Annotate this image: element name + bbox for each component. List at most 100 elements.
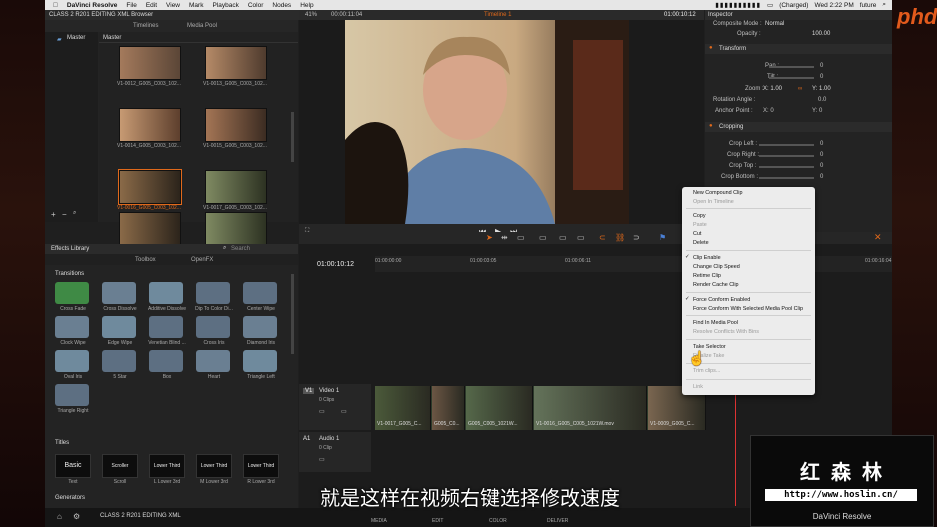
menu-edit[interactable]: Edit (146, 2, 157, 9)
clip-thumbnail[interactable] (205, 108, 267, 142)
transition-preset[interactable] (55, 316, 89, 338)
page-deliver[interactable]: DELIVER (547, 518, 568, 524)
transition-preset[interactable] (149, 282, 183, 304)
crop-bottom-slider[interactable] (759, 177, 814, 179)
context-menu-item[interactable]: New Compound Clip (693, 190, 742, 196)
crop-bottom-value[interactable]: 0 (820, 174, 823, 180)
tab-media-pool[interactable]: Media Pool (187, 23, 217, 29)
title-preset[interactable]: Scroller (102, 454, 138, 478)
fullscreen-toggle-icon[interactable]: ✕ (874, 232, 882, 243)
title-preset[interactable]: Lower Third (149, 454, 185, 478)
crop-left-slider[interactable] (759, 144, 814, 146)
pan-value[interactable]: 0 (820, 63, 823, 69)
apple-icon[interactable]:  (53, 2, 58, 9)
clip-thumbnail[interactable] (205, 46, 267, 80)
crop-top-value[interactable]: 0 (820, 163, 823, 169)
timeline-clip[interactable]: V1-0017_G005_C... (375, 386, 431, 430)
crop-right-slider[interactable] (759, 155, 814, 157)
track-name-a1[interactable]: Audio 1 (319, 436, 339, 442)
transition-preset[interactable] (196, 282, 230, 304)
tilt-slider[interactable] (769, 77, 814, 79)
transition-preset[interactable] (55, 384, 89, 406)
crop-top-slider[interactable] (759, 166, 814, 168)
section-generators[interactable]: Generators (55, 495, 85, 501)
transition-preset[interactable] (102, 350, 136, 372)
tab-toolbox[interactable]: Toolbox (135, 257, 156, 263)
transition-preset[interactable] (102, 282, 136, 304)
menu-playback[interactable]: Playback (212, 2, 238, 9)
menu-nodes[interactable]: Nodes (272, 2, 291, 9)
menu-color[interactable]: Color (248, 2, 264, 9)
track-id-v1[interactable]: V1 (303, 388, 315, 394)
context-menu-item[interactable]: Delete (693, 240, 709, 246)
clip-thumbnail[interactable] (118, 169, 182, 205)
track-name-v1[interactable]: Video 1 (319, 388, 339, 394)
tab-openfx[interactable]: OpenFX (191, 257, 213, 263)
context-menu-item[interactable]: Change Clip Speed (693, 264, 740, 270)
effects-scrollbar[interactable] (291, 274, 294, 354)
clip-thumbnail[interactable] (119, 108, 181, 142)
timeline-clip[interactable]: G005_C0... (432, 386, 465, 430)
crop-right-value[interactable]: 0 (820, 152, 823, 158)
transition-preset[interactable] (243, 282, 277, 304)
battery-icon[interactable]: ▭ (767, 1, 773, 9)
timeline-clip[interactable]: V1-0016_G005_C005_1021W.mov (534, 386, 647, 430)
anchor-x[interactable]: X: 0 (763, 108, 774, 114)
context-menu-item[interactable]: Find In Media Pool (693, 320, 738, 326)
page-media[interactable]: MEDIA (371, 518, 387, 524)
transition-preset[interactable] (243, 350, 277, 372)
link-icon[interactable]: ∞ (798, 86, 802, 92)
selection-tool-icon[interactable]: ➤ (486, 233, 493, 242)
audio-scrub-icon[interactable]: ⊃ (633, 233, 640, 242)
title-preset[interactable]: Lower Third (243, 454, 279, 478)
clip-thumbnail[interactable] (205, 170, 267, 204)
menu-file[interactable]: File (126, 2, 136, 9)
anchor-y[interactable]: Y: 0 (812, 108, 822, 114)
context-menu-item[interactable]: Force Conform Enabled (693, 297, 750, 303)
replace-icon[interactable]: ▭ (577, 233, 585, 242)
rotation-value[interactable]: 0.0 (818, 97, 826, 103)
snapping-icon[interactable]: ⊂ (599, 233, 606, 242)
overwrite-icon[interactable]: ▭ (559, 233, 567, 242)
menu-mark[interactable]: Mark (189, 2, 203, 9)
crop-left-value[interactable]: 0 (820, 141, 823, 147)
transition-preset[interactable] (196, 350, 230, 372)
context-menu-item[interactable]: Force Conform With Selected Media Pool C… (693, 306, 803, 312)
transition-preset[interactable] (149, 316, 183, 338)
context-menu-item[interactable]: Render Cache Clip (693, 282, 739, 288)
clock[interactable]: Wed 2:22 PM (814, 2, 853, 9)
transition-preset[interactable] (102, 316, 136, 338)
title-preset[interactable]: Basic (55, 454, 91, 478)
insert-icon[interactable]: ▭ (539, 233, 547, 242)
timeline-name[interactable]: Timeline 1 (484, 12, 511, 18)
add-bin-icon[interactable]: + (51, 210, 56, 219)
menu-help[interactable]: Help (300, 2, 313, 9)
effects-search[interactable]: Search (231, 246, 250, 252)
context-menu-item[interactable]: Cut (693, 231, 701, 237)
clip-thumbnail[interactable] (205, 212, 267, 246)
folder-master[interactable]: Master (67, 35, 85, 41)
linked-selection-icon[interactable]: ⛓ (615, 233, 625, 242)
page-color[interactable]: COLOR (489, 518, 507, 524)
title-preset[interactable]: Lower Third (196, 454, 232, 478)
tilt-value[interactable]: 0 (820, 74, 823, 80)
remove-bin-icon[interactable]: − (62, 210, 67, 219)
track-id-a1[interactable]: A1 (303, 436, 310, 442)
menu-app-name[interactable]: DaVinci Resolve (67, 2, 117, 9)
user-name[interactable]: future (860, 2, 877, 9)
timeline-clip[interactable]: G005_C005_1021W... (466, 386, 533, 430)
opacity-value[interactable]: 100.00 (812, 31, 830, 37)
transition-preset[interactable] (243, 316, 277, 338)
lock-icon[interactable]: ▭ (319, 408, 325, 415)
audio-lock-icon[interactable]: ▭ (319, 456, 325, 463)
transition-preset[interactable] (196, 316, 230, 338)
clip-thumbnail[interactable] (119, 212, 181, 246)
monitor-icon[interactable]: ▭ (341, 408, 347, 415)
blade-tool-icon[interactable]: ▭ (517, 233, 525, 242)
page-edit[interactable]: EDIT (432, 518, 443, 524)
context-menu-item[interactable]: Retime Clip (693, 273, 721, 279)
composite-mode-select[interactable]: Normal (765, 21, 784, 27)
zoom-y[interactable]: Y: 1.00 (812, 86, 831, 92)
context-menu-item[interactable]: Clip Enable (693, 255, 721, 261)
transition-preset[interactable] (55, 282, 89, 304)
